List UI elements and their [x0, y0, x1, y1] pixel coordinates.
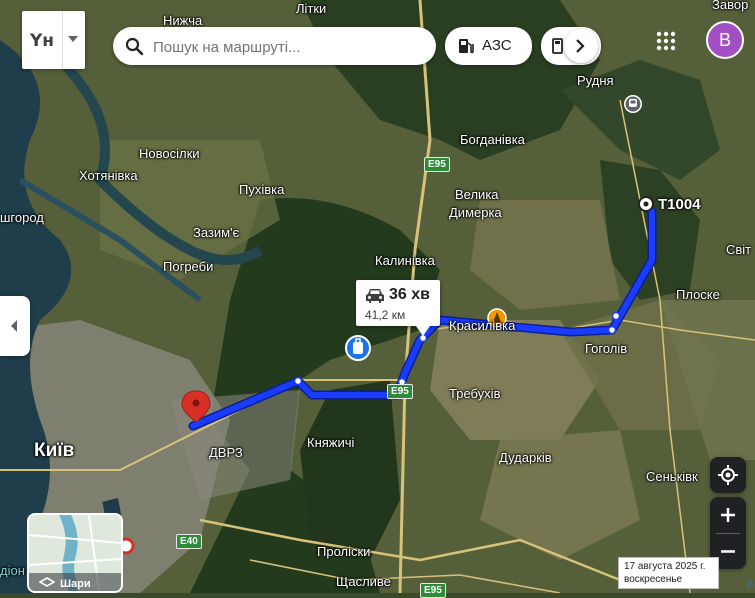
gas-station-icon	[459, 39, 474, 54]
fuel-stations-chip[interactable]: АЗС	[445, 27, 532, 65]
layers-button[interactable]: Шари	[27, 513, 123, 593]
search-bar[interactable]	[113, 27, 436, 65]
search-input[interactable]	[151, 35, 425, 59]
car-icon	[366, 289, 384, 303]
chevron-right-icon	[576, 39, 585, 53]
collapse-panel-button[interactable]	[0, 296, 30, 356]
place-label: Пухівка	[239, 182, 285, 197]
apps-grid-icon[interactable]	[656, 31, 676, 51]
partial-attribution-text: В	[746, 579, 754, 591]
account-initial: B	[718, 30, 731, 50]
place-label: Хотянівка	[79, 168, 138, 183]
place-label: Завор	[712, 0, 749, 12]
place-label: Требухів	[449, 386, 501, 401]
place-label: Рудня	[577, 73, 614, 88]
train-station-icon	[624, 95, 642, 113]
place-label: Світ	[726, 242, 752, 257]
chips-scroll-right-button[interactable]	[564, 29, 598, 63]
road-shield: E40	[176, 534, 202, 549]
zoom-in-button[interactable]	[710, 497, 746, 533]
place-label-city: Київ	[34, 440, 75, 461]
place-label: Гоголів	[585, 341, 628, 356]
place-label: діон	[0, 563, 25, 578]
minus-icon	[721, 550, 735, 553]
fuel-chip-label: АЗС	[482, 37, 512, 54]
destination-label: Т1004	[658, 196, 701, 213]
place-label: Сеньківк	[646, 469, 698, 484]
charging-station-icon	[552, 38, 563, 54]
my-location-icon	[718, 465, 738, 485]
road-shield: E95	[424, 157, 450, 172]
place-label: Плоске	[676, 287, 720, 302]
chevron-left-icon	[11, 320, 17, 332]
road-shield: E95	[387, 384, 413, 399]
place-label: Богданівка	[460, 132, 525, 147]
road-shield: E95	[420, 583, 446, 598]
layers-icon	[39, 577, 55, 587]
place-label: Княжичі	[307, 435, 355, 450]
date-tooltip: 17 августа 2025 г. воскресенье	[618, 557, 719, 589]
account-avatar[interactable]: B	[706, 21, 744, 59]
place-label: шгород	[0, 210, 44, 225]
place-label: Дударків	[499, 450, 552, 465]
place-label: Красилівка	[449, 318, 516, 333]
place-label: Проліски	[317, 544, 371, 559]
mode-button[interactable]: Yн	[22, 11, 85, 69]
place-label: Нижча	[163, 13, 203, 28]
luggage-place-icon	[345, 335, 371, 361]
category-chip[interactable]	[541, 27, 601, 65]
place-label: ДВРЗ	[209, 445, 243, 460]
tooltip-weekday: воскресенье	[624, 574, 683, 585]
place-label: Новосілки	[139, 146, 200, 161]
place-label: Зазим'є	[193, 225, 240, 240]
place-label: Літки	[296, 1, 327, 16]
app-logo: Yн	[30, 31, 55, 51]
place-label: Димерка	[449, 205, 502, 220]
tooltip-date: 17 августа 2025 г.	[624, 561, 706, 572]
place-label: Погреби	[163, 259, 214, 274]
place-label: Велика	[455, 187, 499, 202]
layers-label: Шари	[60, 578, 91, 590]
route-distance: 41,2 км	[365, 308, 406, 322]
place-label: Калинівка	[375, 253, 435, 268]
route-duration: 36 хв	[389, 286, 430, 303]
plus-icon	[721, 508, 735, 522]
my-location-button[interactable]	[710, 457, 746, 493]
search-icon	[125, 37, 144, 56]
place-label: Щасливе	[336, 574, 391, 589]
dropdown-arrow-icon[interactable]	[68, 36, 78, 42]
route-info-bubble[interactable]: 36 хв 41,2 км	[356, 280, 440, 336]
